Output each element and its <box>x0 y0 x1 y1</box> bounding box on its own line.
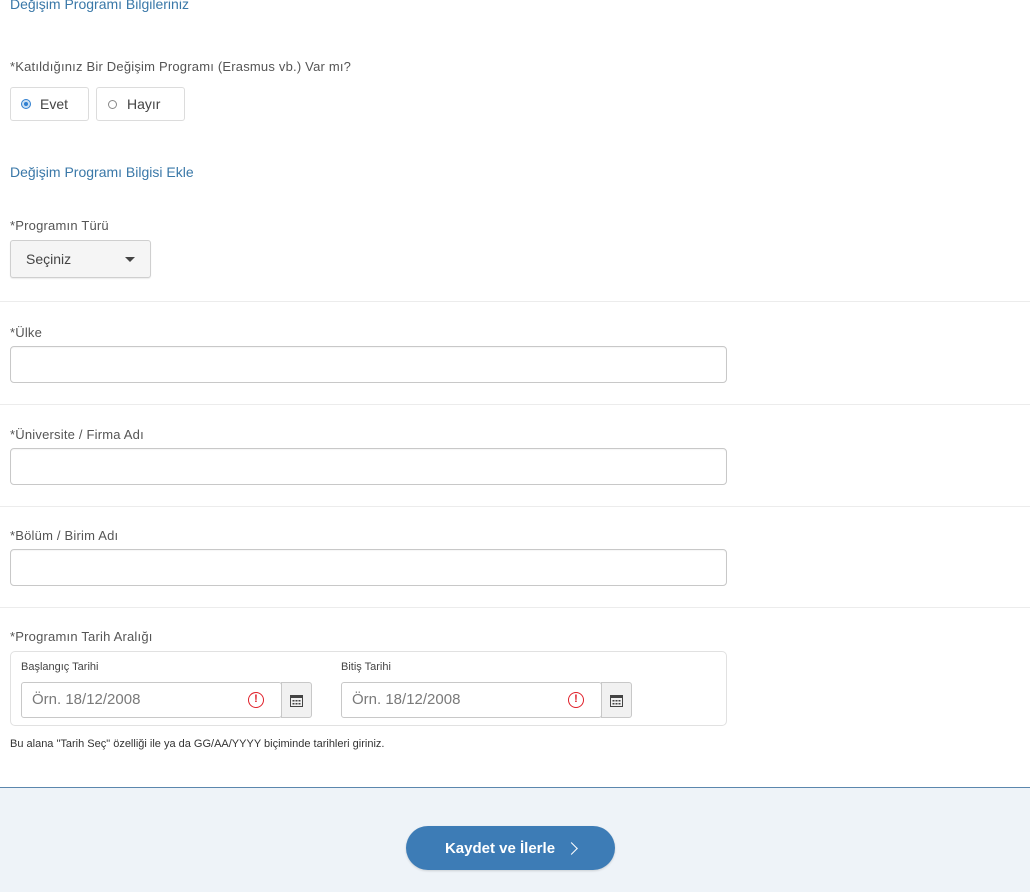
start-calendar-button[interactable] <box>281 682 312 718</box>
end-date-label: Bitiş Tarihi <box>341 661 391 673</box>
calendar-icon <box>610 694 623 707</box>
footer-bar: Kaydet ve İlerle <box>0 787 1030 892</box>
warning-icon: ! <box>568 692 584 708</box>
end-date-placeholder: Örn. 18/12/2008 <box>352 691 461 708</box>
radio-option-evet[interactable]: Evet <box>10 87 89 121</box>
exchange-program-question: *Katıldığınız Bir Değişim Programı (Eras… <box>10 59 352 74</box>
save-and-continue-button[interactable]: Kaydet ve İlerle <box>406 826 615 870</box>
radio-unchecked-icon <box>108 99 117 109</box>
start-date-input[interactable]: Örn. 18/12/2008 ! <box>21 682 282 718</box>
divider <box>0 506 1030 507</box>
chevron-right-icon <box>565 841 578 855</box>
chevron-down-icon <box>125 257 135 262</box>
start-date-placeholder: Örn. 18/12/2008 <box>32 691 141 708</box>
university-input[interactable] <box>10 448 727 485</box>
start-date-label: Başlangıç Tarihi <box>21 661 99 673</box>
date-range-label: *Programın Tarih Aralığı <box>10 629 153 644</box>
end-date-input[interactable]: Örn. 18/12/2008 ! <box>341 682 602 718</box>
divider <box>0 607 1030 608</box>
date-format-hint: Bu alana "Tarih Seç" özelliği ile ya da … <box>10 738 385 750</box>
calendar-icon <box>290 694 303 707</box>
program-type-value: Seçiniz <box>26 251 72 267</box>
warning-icon: ! <box>248 692 264 708</box>
save-button-label: Kaydet ve İlerle <box>444 839 556 857</box>
end-calendar-button[interactable] <box>601 682 632 718</box>
department-label: *Bölüm / Birim Adı <box>10 528 119 543</box>
add-program-title: Değişim Programı Bilgisi Ekle <box>10 164 194 180</box>
country-label: *Ülke <box>10 325 43 340</box>
radio-option-hayir[interactable]: Hayır <box>96 87 185 121</box>
radio-checked-icon <box>22 100 30 108</box>
program-type-select[interactable]: Seçiniz <box>10 240 151 278</box>
program-type-label: *Programın Türü <box>10 218 109 233</box>
date-range-group: Başlangıç Tarihi Bitiş Tarihi Örn. 18/12… <box>10 651 727 726</box>
department-input[interactable] <box>10 549 727 586</box>
radio-label-evet: Evet <box>40 96 69 112</box>
section-title: Değişim Programı Bilgileriniz <box>10 0 189 12</box>
divider <box>0 404 1030 405</box>
university-label: *Üniversite / Firma Adı <box>10 427 144 442</box>
divider <box>0 301 1030 302</box>
country-input[interactable] <box>10 346 727 383</box>
radio-label-hayir: Hayır <box>127 96 161 112</box>
